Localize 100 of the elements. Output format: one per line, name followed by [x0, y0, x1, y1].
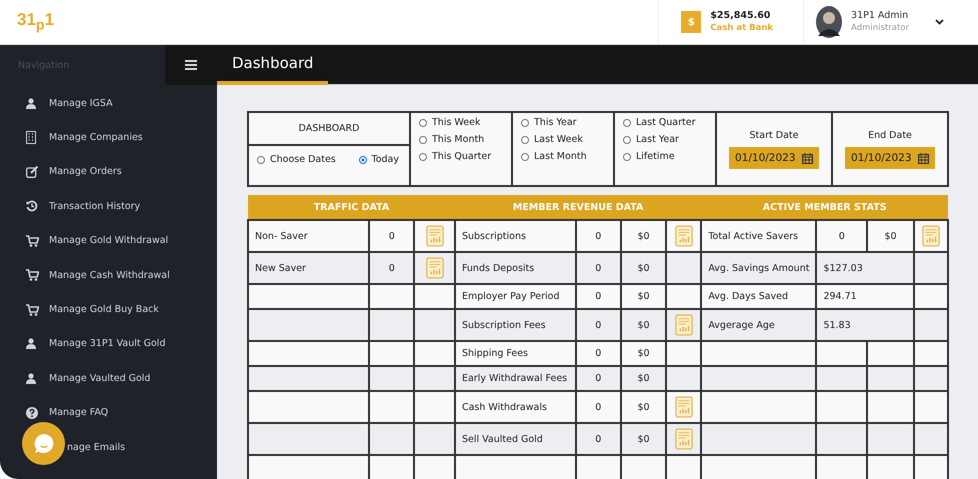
table-cell: 0	[595, 291, 602, 302]
calendar-icon	[802, 152, 813, 164]
menu-button[interactable]	[165, 45, 217, 85]
table-cell: 294.71	[823, 291, 857, 302]
table-cell: Funds Deposits	[462, 262, 534, 274]
table-cell: Employer Pay Period	[462, 291, 560, 302]
chevron-down-icon[interactable]	[935, 19, 944, 25]
nav-item[interactable]: Manage Companies	[49, 132, 143, 144]
radio-button[interactable]	[521, 136, 529, 144]
cash-label: Cash at Bank	[710, 22, 774, 34]
radio-label: This Quarter	[432, 151, 492, 162]
nav-item[interactable]: Manage Gold Withdrawal	[49, 235, 168, 246]
radio-label: Today	[372, 154, 399, 165]
person-icon	[26, 372, 36, 384]
edit-icon	[26, 166, 39, 178]
table-cell: Cash Withdrawals	[462, 402, 547, 412]
user-name: 31P1 Admin	[851, 10, 909, 22]
radio-label: Last Month	[534, 151, 587, 162]
radio-button[interactable]	[623, 118, 631, 126]
section-header: TRAFFIC DATA	[248, 195, 455, 220]
table-cell: New Saver	[255, 262, 306, 274]
table-cell: $0	[637, 262, 650, 274]
cart-icon	[26, 304, 39, 316]
radio-button[interactable]	[419, 136, 427, 144]
avatar-icon[interactable]	[816, 6, 842, 38]
section-header: ACTIVE MEMBER STATS	[701, 195, 948, 220]
nav-item[interactable]: Manage Gold Buy Back	[49, 304, 159, 316]
calendar-icon	[918, 152, 929, 164]
table-cell: Sell Vaulted Gold	[462, 434, 543, 444]
nav-item[interactable]: Manage Cash Withdrawal	[49, 270, 170, 281]
radio-button[interactable]	[358, 156, 367, 164]
nav-item[interactable]: Manage Orders	[49, 166, 122, 178]
table-cell: Subscription Fees	[462, 320, 546, 330]
table-cell: Avg. Days Saved	[708, 291, 788, 302]
table-cell: $0	[637, 291, 650, 302]
radio-label: Last Week	[534, 134, 583, 145]
table-cell: 0	[595, 230, 602, 242]
radio-label: This Year	[534, 117, 577, 128]
date-field[interactable]: 01/10/2023	[729, 147, 819, 169]
radio-label: Choose Dates	[270, 154, 336, 165]
section-header: MEMBER REVENUE DATA	[454, 195, 702, 220]
radio-label: Last Year	[636, 134, 679, 145]
table-cell: $0	[637, 434, 650, 444]
table-cell: 0	[595, 402, 602, 412]
radio-button[interactable]	[521, 152, 529, 160]
cart-icon	[26, 269, 39, 282]
table-cell: Avg. Savings Amount	[708, 262, 810, 274]
radio-label: This Month	[432, 134, 484, 145]
table-cell: Subscriptions	[462, 230, 526, 242]
dashboard-label: DASHBOARD	[249, 113, 409, 146]
table-cell: $0	[637, 402, 650, 412]
table-cell: 0	[595, 373, 602, 384]
radio-label: Lifetime	[636, 151, 675, 162]
nav-item[interactable]: Manage 31P1 Vault Gold	[49, 338, 166, 350]
radio-button[interactable]	[257, 156, 265, 164]
cart-icon	[26, 234, 39, 247]
cash-amount: $25,845.60	[710, 10, 772, 22]
radio-button[interactable]	[623, 152, 631, 160]
table-cell: Avgerage Age	[708, 320, 775, 330]
table-cell: 0	[595, 348, 602, 359]
table-cell: 0	[595, 320, 602, 330]
person-icon	[26, 98, 36, 109]
user-role: Administrator	[851, 22, 909, 34]
table-cell: 0	[388, 230, 395, 242]
building-icon	[26, 131, 36, 144]
chat-button[interactable]	[22, 422, 65, 465]
radio-label: This Week	[432, 117, 480, 128]
nav-item[interactable]: Manage FAQ	[49, 407, 108, 418]
nav-item[interactable]: nage Emails	[67, 442, 126, 453]
date-field[interactable]: 01/10/2023	[845, 147, 935, 169]
nav-item[interactable]: Manage Vaulted Gold	[49, 372, 150, 384]
page-title-tab[interactable]: Dashboard	[217, 45, 328, 85]
chat-bubble-icon	[32, 432, 54, 454]
history-icon	[26, 200, 38, 212]
radio-label: Last Quarter	[636, 117, 696, 128]
radio-button[interactable]	[521, 118, 529, 126]
nav-item[interactable]: Manage IGSA	[49, 98, 113, 109]
table-cell: Non- Saver	[255, 230, 308, 242]
table-cell: $127.03	[823, 262, 863, 274]
table-cell: Early Withdrawal Fees	[462, 373, 568, 384]
person-icon	[26, 338, 36, 350]
nav-item[interactable]: Transaction History	[49, 200, 140, 212]
table-cell: $0	[637, 320, 650, 330]
table-cell: 0	[595, 262, 602, 274]
table-cell: $0	[637, 373, 650, 384]
date-label: End Date	[867, 130, 913, 141]
radio-button[interactable]	[419, 118, 427, 126]
table-cell: 0	[838, 230, 845, 242]
table-cell: Total Active Savers	[708, 230, 798, 242]
table-cell: $0	[637, 348, 650, 359]
menu-icon	[185, 60, 197, 70]
table-cell: $0	[884, 230, 897, 242]
date-label: Start Date	[748, 130, 800, 141]
help-icon	[26, 406, 38, 419]
table-cell: 51.83	[823, 320, 851, 330]
table-cell: 0	[595, 434, 602, 444]
radio-button[interactable]	[419, 152, 427, 160]
dollar-icon: $	[681, 11, 702, 33]
table-cell: 0	[388, 262, 395, 274]
radio-button[interactable]	[623, 136, 631, 144]
